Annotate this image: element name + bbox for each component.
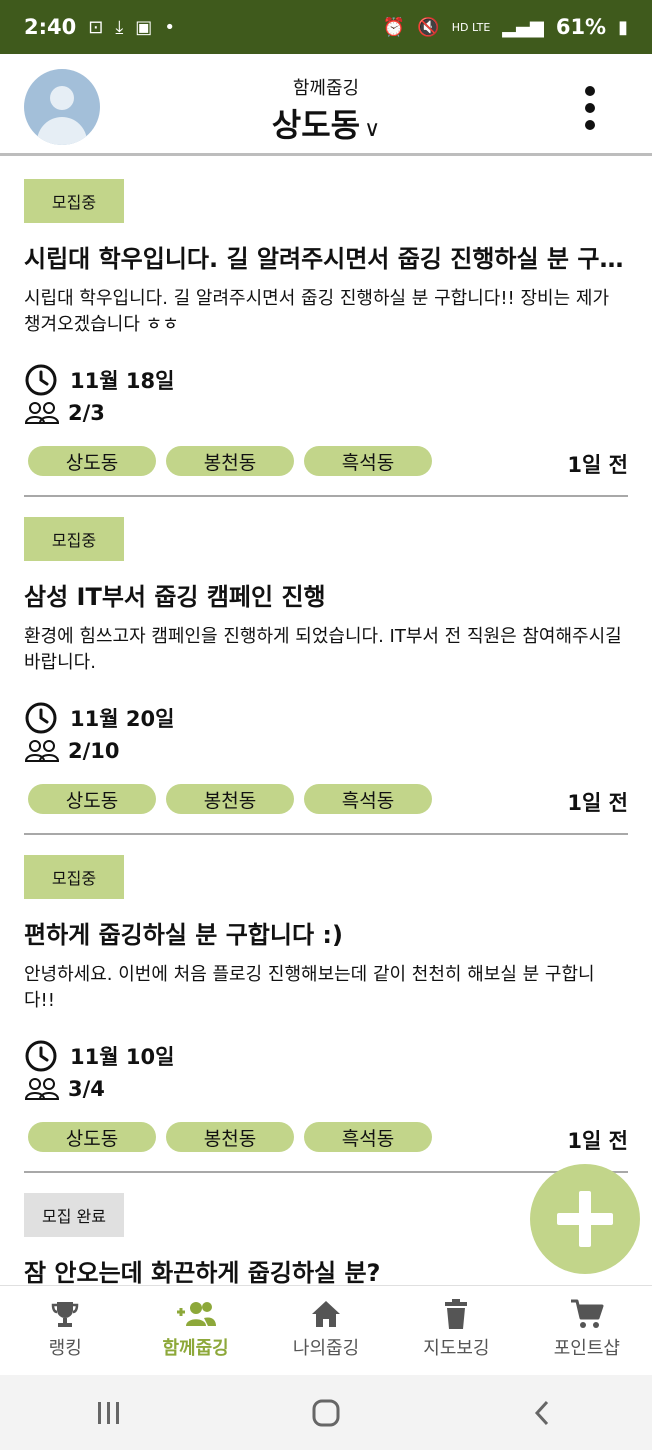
recent-apps-icon[interactable] [94, 1400, 124, 1426]
app-header: 함께줍깅 상도동 ∨ [0, 54, 652, 156]
more-options-icon[interactable] [578, 86, 602, 130]
status-badge: 모집중 [24, 855, 124, 899]
tag-chip[interactable]: 봉천동 [166, 1122, 294, 1152]
status-badge: 모집 완료 [24, 1193, 124, 1237]
alarm-icon: ⏰ [382, 16, 406, 38]
nav-label: 나의줍깅 [292, 1338, 360, 1359]
nav-map[interactable]: 지도보깅 [391, 1286, 521, 1375]
post-date: 11월 10일 [70, 1045, 175, 1069]
trash-icon [445, 1299, 468, 1329]
add-group-icon [176, 1302, 216, 1326]
tag-list: 상도동 봉천동 흑석동 [28, 446, 432, 476]
post-card[interactable]: 모집중 삼성 IT부서 줍깅 캠페인 진행 환경에 힘쓰고자 캠페인을 진행하게… [24, 497, 628, 835]
post-time-ago: 1일 전 [567, 1129, 628, 1153]
post-people-row: 2/3 [24, 401, 105, 425]
download-icon: ⤓ [115, 16, 124, 38]
back-icon[interactable] [528, 1398, 558, 1428]
add-post-button[interactable] [530, 1164, 640, 1274]
tag-chip[interactable]: 상도동 [28, 784, 156, 814]
tag-chip[interactable]: 흑석동 [304, 446, 432, 476]
tag-chip[interactable]: 상도동 [28, 1122, 156, 1152]
post-date-row: 11월 10일 [24, 1039, 174, 1073]
post-title: 잠 안오는데 화끈하게 줍깅하실 분? [24, 1259, 381, 1285]
signal-icon: ▂▄▆ [502, 16, 544, 38]
post-card[interactable]: 모집중 편하게 줍깅하실 분 구합니다 :) 안녕하세요. 이번에 처음 플로깅… [24, 835, 628, 1173]
tag-chip[interactable]: 흑석동 [304, 784, 432, 814]
trophy-icon [51, 1302, 79, 1327]
home-icon [312, 1301, 341, 1327]
home-button-icon[interactable] [311, 1398, 341, 1428]
cart-icon [570, 1299, 604, 1328]
clock-icon [25, 1040, 57, 1072]
clock-icon [25, 702, 57, 734]
status-badge: 모집중 [24, 517, 124, 561]
location-title: 상도동 [271, 106, 361, 144]
post-date-row: 11월 18일 [24, 363, 174, 397]
post-body: 안녕하세요. 이번에 처음 플로깅 진행해보는데 같이 천천히 해보실 분 구합… [24, 964, 595, 1011]
post-title: 삼성 IT부서 줍깅 캠페인 진행 [24, 583, 326, 611]
post-people: 2/10 [68, 739, 120, 763]
image-icon: ▣ [135, 16, 153, 38]
header-subtitle: 함께줍깅 [292, 78, 360, 99]
tag-chip[interactable]: 봉천동 [166, 784, 294, 814]
tag-chip[interactable]: 흑석동 [304, 1122, 432, 1152]
tag-list: 상도동 봉천동 흑석동 [28, 784, 432, 814]
tag-list: 상도동 봉천동 흑석동 [28, 1122, 432, 1152]
battery-level: 61% [555, 15, 607, 39]
dot-icon: • [164, 16, 175, 38]
screenshot-icon: ⊡ [88, 16, 104, 38]
system-nav-bar [0, 1375, 652, 1450]
battery-icon: ▮ [618, 16, 628, 38]
post-body: 시립대 학우입니다. 길 알려주시면서 줍깅 진행하실 분 구합니다!! 장비는… [24, 288, 610, 335]
post-people-row: 3/4 [24, 1077, 105, 1101]
post-time-ago: 1일 전 [567, 791, 628, 815]
nav-label: 포인트샵 [553, 1338, 620, 1359]
post-date: 11월 18일 [70, 369, 175, 393]
post-people-row: 2/10 [24, 739, 120, 763]
nav-ranking[interactable]: 랭킹 [0, 1286, 130, 1375]
people-icon [24, 402, 60, 424]
post-date: 11월 20일 [70, 707, 175, 731]
post-body: 환경에 힘쓰고자 캠페인을 진행하게 되었습니다. IT부서 전 직원은 참여해… [24, 626, 622, 673]
mute-icon: 🔇 [417, 16, 440, 38]
nav-label: 랭킹 [48, 1338, 82, 1359]
network-label: HD LTE [451, 20, 491, 34]
location-selector[interactable]: 상도동 ∨ [0, 100, 652, 146]
status-badge: 모집중 [24, 179, 124, 223]
nav-label: 함께줍깅 [162, 1338, 229, 1359]
clock-icon [25, 364, 57, 396]
nav-label: 지도보깅 [423, 1338, 490, 1359]
people-icon [24, 740, 60, 762]
status-time: 2:40 [24, 15, 77, 39]
post-time-ago: 1일 전 [567, 453, 628, 477]
nav-my-plogging[interactable]: 나의줍깅 [261, 1286, 391, 1375]
people-icon [24, 1078, 60, 1100]
chevron-down-icon: ∨ [364, 117, 381, 142]
status-bar: 2:40 ⊡ ⤓ ▣ • ⏰ 🔇 HD LTE ▂▄▆ 61% ▮ [0, 0, 652, 54]
post-date-row: 11월 20일 [24, 701, 174, 735]
post-card[interactable]: 모집중 시립대 학우입니다. 길 알려주시면서 줍깅 진행하실 분 구합니다!!… [24, 159, 628, 497]
post-feed[interactable]: 모집중 시립대 학우입니다. 길 알려주시면서 줍깅 진행하실 분 구합니다!!… [0, 159, 652, 1285]
post-people: 3/4 [68, 1077, 105, 1101]
bottom-nav: 랭킹 함께줍깅 나의줍깅 지도보깅 포인트샵 [0, 1285, 652, 1375]
post-title: 편하게 줍깅하실 분 구합니다 :) [24, 921, 343, 949]
tag-chip[interactable]: 상도동 [28, 446, 156, 476]
nav-together[interactable]: 함께줍깅 [130, 1286, 260, 1375]
post-people: 2/3 [68, 401, 105, 425]
tag-chip[interactable]: 봉천동 [166, 446, 294, 476]
post-title: 시립대 학우입니다. 길 알려주시면서 줍깅 진행하실 분 구합니다!! [24, 245, 628, 273]
nav-point-shop[interactable]: 포인트샵 [522, 1286, 652, 1375]
